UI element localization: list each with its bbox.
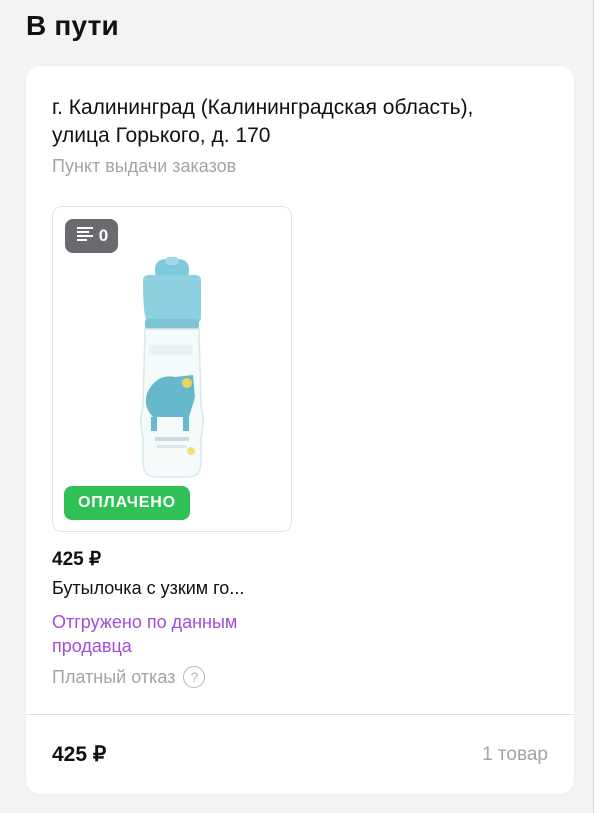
order-item-count: 1 товар — [482, 744, 548, 765]
paid-refusal-label: Платный отказ — [52, 666, 176, 687]
paid-status-badge: ОПЛАЧЕНО — [64, 486, 190, 520]
pickup-type-label: Пункт выдачи заказов — [52, 156, 237, 176]
shipping-status: Отгружено по данным продавца — [52, 612, 238, 656]
reviews-count: 0 — [98, 226, 109, 245]
card-divider — [26, 714, 574, 715]
product-price: 425 ₽ — [52, 549, 102, 570]
order-card[interactable]: г. Калининград (Калининградская область)… — [26, 66, 574, 794]
paid-refusal-row: Платный отказ ? — [52, 666, 206, 688]
reviews-list-icon — [75, 224, 95, 249]
reviews-badge[interactable]: 0 — [65, 219, 118, 253]
section-title: В пути — [26, 10, 119, 41]
product-photo — [140, 257, 204, 478]
product-name[interactable]: Бутылочка с узким го... — [52, 578, 244, 599]
question-circle-icon[interactable]: ? — [183, 666, 206, 688]
order-total-price: 425 ₽ — [52, 743, 107, 766]
delivery-address: г. Калининград (Калининградская область)… — [52, 96, 474, 147]
scrollbar-edge — [593, 0, 600, 813]
product-image-card[interactable]: 0 ОПЛАЧЕНО — [52, 206, 292, 532]
